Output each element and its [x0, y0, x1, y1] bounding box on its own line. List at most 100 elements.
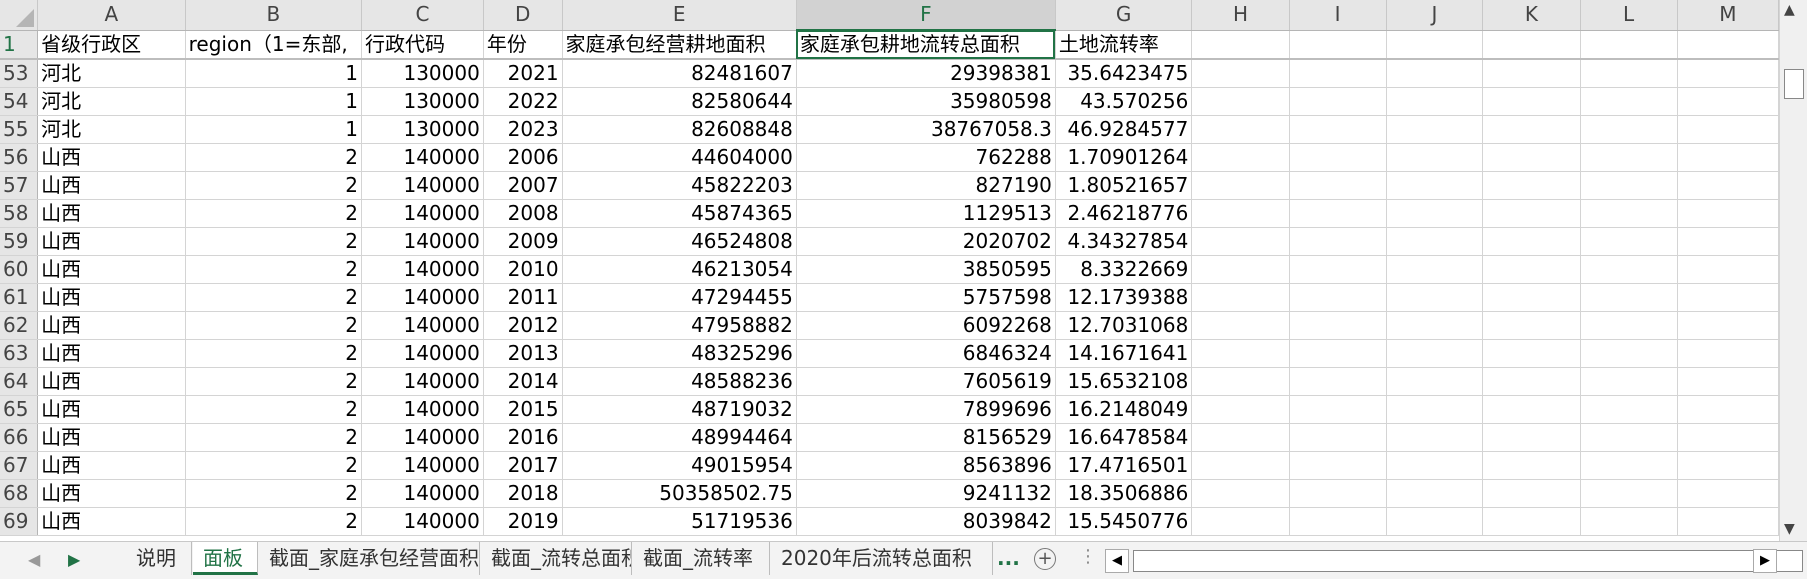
more-sheets-button[interactable]: ... — [997, 546, 1020, 570]
cell[interactable] — [1289, 255, 1387, 284]
cell-a[interactable]: 山西 — [37, 227, 186, 256]
cell[interactable] — [1677, 479, 1779, 508]
cell-b[interactable]: 2 — [185, 423, 363, 452]
cell[interactable] — [1289, 199, 1387, 228]
cell[interactable] — [1677, 171, 1779, 200]
cell-b[interactable]: 2 — [185, 479, 363, 508]
cell-d[interactable]: 2022 — [483, 87, 563, 116]
cell-e[interactable]: 45874365 — [562, 199, 797, 228]
cell-e[interactable]: 48719032 — [562, 395, 797, 424]
cell-d[interactable]: 2010 — [483, 255, 563, 284]
cell[interactable] — [1386, 115, 1484, 144]
cell-b[interactable]: 2 — [185, 283, 363, 312]
cell-c[interactable]: 130000 — [361, 87, 484, 116]
row-header[interactable]: 66 — [0, 423, 39, 452]
cell[interactable] — [1386, 199, 1484, 228]
scroll-down-icon[interactable]: ▼ — [1784, 521, 1795, 537]
cell-c1[interactable]: 行政代码 — [361, 30, 484, 60]
cell[interactable] — [1580, 451, 1678, 480]
cell-f[interactable]: 2020702 — [796, 227, 1056, 256]
cell-d[interactable]: 2015 — [483, 395, 563, 424]
cell-c[interactable]: 140000 — [361, 171, 484, 200]
cell-d[interactable]: 2023 — [483, 115, 563, 144]
cell-g[interactable]: 1.80521657 — [1055, 171, 1193, 200]
cell[interactable] — [1482, 255, 1581, 284]
column-header-f[interactable]: F — [796, 0, 1056, 31]
cell-e[interactable]: 48588236 — [562, 367, 797, 396]
cell[interactable] — [1482, 59, 1581, 88]
cell[interactable] — [1580, 283, 1678, 312]
cell[interactable] — [1191, 87, 1290, 116]
cell-a[interactable]: 山西 — [37, 367, 186, 396]
column-header-d[interactable]: D — [483, 0, 563, 31]
cell[interactable] — [1482, 199, 1581, 228]
cell-b[interactable]: 1 — [185, 87, 363, 116]
row-header[interactable]: 56 — [0, 143, 39, 172]
cell-d[interactable]: 2021 — [483, 59, 563, 88]
cell-c[interactable]: 130000 — [361, 115, 484, 144]
cell-g[interactable]: 14.1671641 — [1055, 339, 1193, 368]
cell-e1[interactable]: 家庭承包经营耕地面积 — [562, 30, 797, 60]
row-header[interactable]: 53 — [0, 59, 39, 88]
cell-d[interactable]: 2016 — [483, 423, 563, 452]
cell[interactable] — [1289, 143, 1387, 172]
cell-f[interactable]: 9241132 — [796, 479, 1056, 508]
cell-d[interactable]: 2011 — [483, 283, 563, 312]
cell-g[interactable]: 46.9284577 — [1055, 115, 1193, 144]
column-header-h[interactable]: H — [1191, 0, 1290, 31]
row-header[interactable]: 68 — [0, 479, 39, 508]
sheet-tab[interactable]: 截面_家庭承包经营面积 — [259, 542, 480, 575]
cell-a[interactable]: 河北 — [37, 87, 186, 116]
cell-c[interactable]: 140000 — [361, 451, 484, 480]
cell[interactable] — [1482, 395, 1581, 424]
cell-e[interactable]: 51719536 — [562, 507, 797, 536]
cell-b[interactable]: 2 — [185, 311, 363, 340]
cell-e[interactable]: 46524808 — [562, 227, 797, 256]
cell[interactable] — [1580, 30, 1678, 60]
row-header[interactable]: 54 — [0, 87, 39, 116]
cell-b[interactable]: 2 — [185, 507, 363, 536]
cell-f[interactable]: 5757598 — [796, 283, 1056, 312]
cell-f[interactable]: 827190 — [796, 171, 1056, 200]
cell-b[interactable]: 2 — [185, 395, 363, 424]
sheet-tab[interactable]: 截面_流转总面积 — [481, 542, 632, 575]
cell-e[interactable]: 82580644 — [562, 87, 797, 116]
cell[interactable] — [1482, 451, 1581, 480]
cell-b[interactable]: 2 — [185, 171, 363, 200]
cell-b[interactable]: 2 — [185, 255, 363, 284]
cell-d[interactable]: 2014 — [483, 367, 563, 396]
cell[interactable] — [1191, 339, 1290, 368]
cell-f[interactable]: 29398381 — [796, 59, 1056, 88]
cell[interactable] — [1386, 87, 1484, 116]
cell-f[interactable]: 7899696 — [796, 395, 1056, 424]
cell[interactable] — [1289, 283, 1387, 312]
cell-g[interactable]: 18.3506886 — [1055, 479, 1193, 508]
cell-c[interactable]: 140000 — [361, 311, 484, 340]
cell[interactable] — [1482, 143, 1581, 172]
cell-a[interactable]: 山西 — [37, 311, 186, 340]
cell[interactable] — [1191, 451, 1290, 480]
cell-a[interactable]: 山西 — [37, 171, 186, 200]
cell[interactable] — [1289, 59, 1387, 88]
column-header-c[interactable]: C — [361, 0, 484, 31]
cell-b1[interactable]: region（1=东部, — [185, 30, 363, 60]
cell[interactable] — [1289, 451, 1387, 480]
cell[interactable] — [1677, 59, 1779, 88]
cell[interactable] — [1386, 171, 1484, 200]
cell[interactable] — [1191, 311, 1290, 340]
cell-c[interactable]: 140000 — [361, 227, 484, 256]
row-header[interactable]: 58 — [0, 199, 39, 228]
cell[interactable] — [1191, 395, 1290, 424]
cell[interactable] — [1482, 507, 1581, 536]
cell[interactable] — [1386, 311, 1484, 340]
cell[interactable] — [1289, 171, 1387, 200]
cell[interactable] — [1482, 339, 1581, 368]
cell-b[interactable]: 1 — [185, 115, 363, 144]
cell[interactable] — [1289, 507, 1387, 536]
scroll-left-icon[interactable]: ◀ — [1105, 549, 1129, 573]
next-sheet-icon[interactable]: ▶ — [68, 550, 80, 569]
cell[interactable] — [1191, 367, 1290, 396]
row-header[interactable]: 69 — [0, 507, 39, 536]
cell-b[interactable]: 1 — [185, 59, 363, 88]
horizontal-scrollbar[interactable]: ◀ ▶ — [1105, 549, 1803, 573]
